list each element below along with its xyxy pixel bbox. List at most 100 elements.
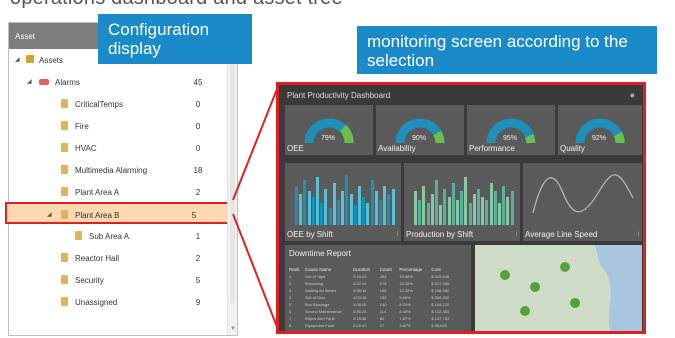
gauge-panel-quality[interactable]: 92% Quality xyxy=(558,105,642,155)
chart-bar xyxy=(443,188,447,225)
tree-row-reactor-hall[interactable]: Reactor Hall 2 xyxy=(9,247,228,269)
tree-row-label: Reactor Hall xyxy=(75,254,120,263)
table-cell: $ 268,432 xyxy=(431,295,450,300)
folder-icon xyxy=(61,253,68,262)
chart-bar xyxy=(451,183,455,225)
chart-bar xyxy=(387,194,391,225)
table-row[interactable]: 5 Box Blockage 3:08:25 140 8.33% $ 184,220 xyxy=(289,302,467,309)
chart-bar xyxy=(379,199,382,225)
table-cell: 5 xyxy=(289,302,292,307)
collapse-arrow-icon[interactable]: ◢ xyxy=(27,78,32,85)
table-header-cell: Count xyxy=(379,267,392,272)
folder-icon xyxy=(61,275,68,284)
table-cell: 27 xyxy=(379,323,385,328)
oee-by-shift-bars xyxy=(295,169,397,225)
tree-row-plant-area-a[interactable]: Plant Area A 2 xyxy=(9,181,228,203)
table-cell: $ 315,545 xyxy=(431,274,450,279)
tree-row-plant-area-b[interactable]: ◢ Plant Area B 5 xyxy=(5,202,231,224)
tree-row-count: 45 xyxy=(193,78,203,87)
table-cell: 276 xyxy=(379,281,387,286)
table-header-cell: Cause Name xyxy=(305,267,332,272)
gauge-value: 92% xyxy=(592,135,607,142)
tree-scrollbar[interactable]: ▼ xyxy=(227,49,237,335)
table-cell: 3:35:23 xyxy=(353,309,367,314)
line-speed-chart xyxy=(532,174,634,214)
table-row[interactable]: 8 Equipment Fault 2:02:47 27 3.57% $ 58,023 xyxy=(289,323,467,330)
chart-bar xyxy=(506,197,510,225)
table-cell: Box Blockage xyxy=(305,302,330,307)
chart-bar xyxy=(303,180,307,225)
chart-bar xyxy=(460,191,464,225)
chart-bar xyxy=(299,194,303,225)
top-caption: operations dashboard and asset tree xyxy=(10,0,390,13)
tree-row-count: 5 xyxy=(195,276,201,285)
chart-bar xyxy=(481,197,485,225)
tree-row-hvac[interactable]: HVAC 0 xyxy=(9,137,228,159)
tree-row-label: HVAC xyxy=(75,144,97,153)
table-row[interactable]: 2 Reloading 4:22:24 276 15.16% $ 217,356 xyxy=(289,281,467,288)
production-by-shift-bars xyxy=(414,169,516,225)
table-cell: 4:03:18 xyxy=(353,295,367,300)
chart-bar xyxy=(489,183,493,225)
table-cell: 12.28% xyxy=(399,288,413,293)
table-cell: $ 58,023 xyxy=(431,323,447,328)
folder-icon xyxy=(61,121,68,130)
gauge-label: Performance xyxy=(469,144,515,153)
chart-panel-oee-by-shift[interactable]: OEE by Shift i xyxy=(285,163,401,241)
tree-row-count: 18 xyxy=(193,166,203,175)
tree-row-unassigned[interactable]: Unassigned 9 xyxy=(9,291,228,313)
tree-row-count: 5 xyxy=(191,211,197,220)
info-icon[interactable]: i xyxy=(397,232,398,238)
chart-panel-production-by-shift[interactable]: Production by Shift i xyxy=(404,163,520,241)
scroll-down-arrow-icon[interactable]: ▼ xyxy=(230,326,236,332)
downtime-report-panel[interactable]: Downtime Report Rank Cause Name Duration Co… xyxy=(285,245,471,331)
gauge-panel-oee[interactable]: 79% OEE xyxy=(285,105,373,155)
scrollbar-thumb[interactable] xyxy=(230,53,235,303)
tree-row-security[interactable]: Security 5 xyxy=(9,269,228,291)
chart-panel-average-line-speed[interactable]: Average Line Speed i xyxy=(523,163,642,241)
table-cell: 2:02:47 xyxy=(353,323,367,328)
table-cell: 1 xyxy=(289,274,292,279)
gauge-panel-performance[interactable]: 95% Performance xyxy=(467,105,555,155)
chart-bar xyxy=(422,185,426,225)
tree-row-alarms[interactable]: ◢ Alarms 45 xyxy=(9,71,228,93)
table-row[interactable]: 6 Scroud Maintenance 3:35:23 114 8.48% $ 102,… xyxy=(289,309,467,316)
gauge-panel-availability[interactable]: 90% Availability xyxy=(376,105,464,155)
tree-row-label: Plant Area A xyxy=(75,188,120,197)
plant-location-map[interactable] xyxy=(475,245,642,331)
chart-bar xyxy=(337,199,340,225)
tree-row-count: 0 xyxy=(195,144,201,153)
table-header-cell: Duration xyxy=(353,267,371,272)
chart-bar xyxy=(456,199,459,225)
info-icon[interactable]: i xyxy=(516,232,517,238)
chart-bar xyxy=(358,185,361,225)
gauge-value: 95% xyxy=(503,135,518,142)
folder-icon xyxy=(61,99,68,108)
chart-bar xyxy=(510,191,514,225)
chart-bar xyxy=(366,202,370,225)
chart-bar xyxy=(477,188,480,225)
user-icon[interactable]: ● xyxy=(630,90,635,100)
table-row[interactable]: 3 Waiting for Boxes 4:35:16 188 12.28% $ 158,… xyxy=(289,288,467,295)
tree-row-label: Fire xyxy=(75,122,89,131)
tree-row-label: Unassigned xyxy=(75,298,118,307)
chart-bar xyxy=(307,191,311,225)
table-cell: Out of Glue xyxy=(305,295,326,300)
info-icon[interactable]: i xyxy=(638,232,639,238)
table-cell: $ 158,982 xyxy=(431,288,450,293)
collapse-arrow-icon[interactable]: ◢ xyxy=(15,56,20,63)
collapse-arrow-icon[interactable]: ◢ xyxy=(47,211,52,218)
gauge-value: 79% xyxy=(321,135,336,142)
downtime-report-title: Downtime Report xyxy=(289,249,351,258)
tree-row-criticaltemps[interactable]: CriticalTemps 0 xyxy=(9,93,228,115)
tree-row-fire[interactable]: Fire 0 xyxy=(9,115,228,137)
table-cell: 2 xyxy=(289,281,292,286)
alarm-icon xyxy=(39,79,49,85)
dashboard-title: Plant Productivity Dashboard xyxy=(287,91,391,100)
tree-row-sub-area-a[interactable]: Sub Area A 1 xyxy=(9,225,228,247)
table-row[interactable]: 1 Out of Tape 2:10:23 284 15.88% $ 315,545 xyxy=(289,274,467,281)
table-row[interactable]: 7 Reject Arm Fault 2:15:46 82 7.87% $ 137,753 xyxy=(289,316,467,323)
tree-row-multimedia-alarming[interactable]: Multimedia Alarming 18 xyxy=(9,159,228,181)
table-row[interactable]: 4 Out of Glue 4:03:18 150 9.65% $ 268,432 xyxy=(289,295,467,302)
table-cell: 4:35:16 xyxy=(353,288,367,293)
